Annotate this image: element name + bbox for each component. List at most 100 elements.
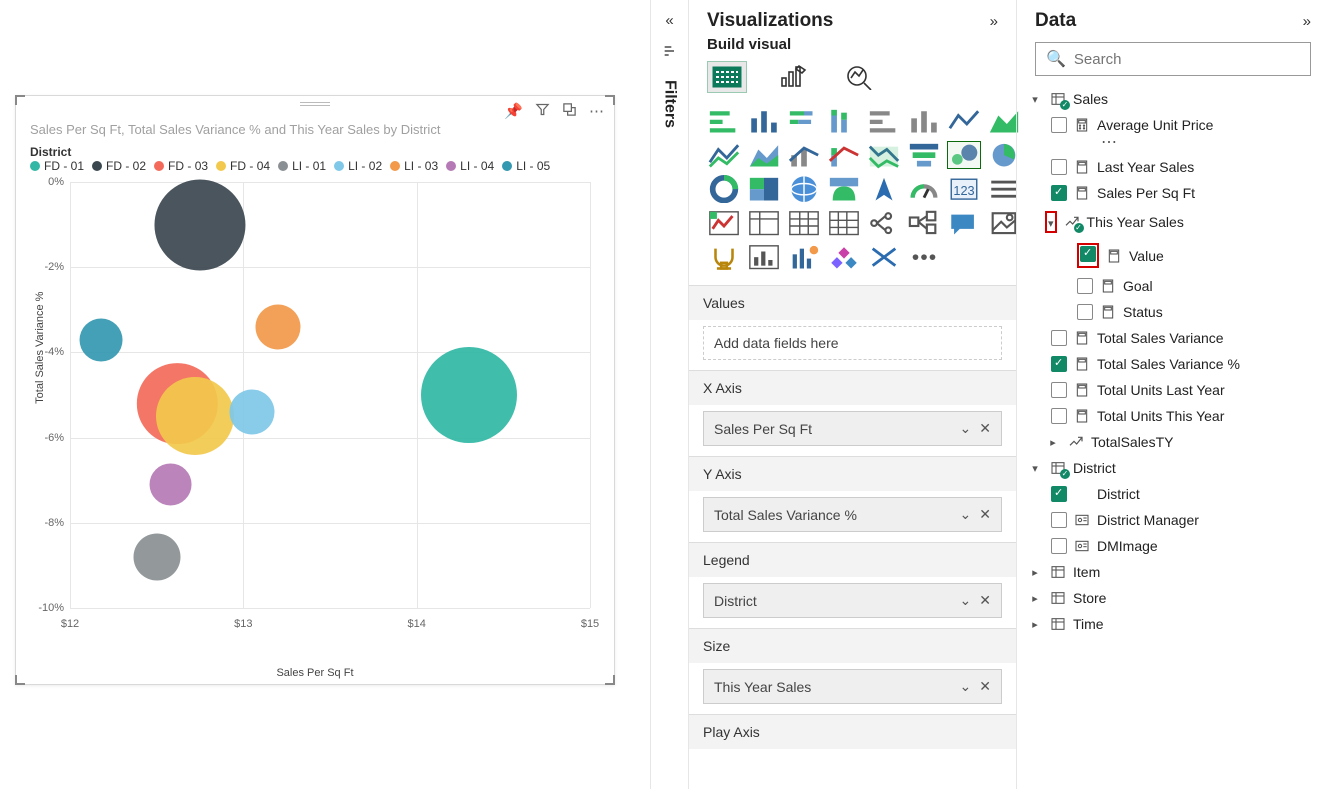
viz-type-option[interactable] [787,107,821,135]
data-point-bubble[interactable] [80,318,123,361]
viz-type-option[interactable] [867,107,901,135]
well-slot-x-axis[interactable]: Sales Per Sq Ft ⌄✕ [703,411,1002,446]
collapse-visualizations-icon[interactable]: » [990,13,998,30]
well-slot-legend[interactable]: District ⌄✕ [703,583,1002,618]
viz-type-option[interactable] [827,175,861,203]
viz-type-option[interactable] [827,141,861,169]
well-slot-y-axis[interactable]: Total Sales Variance % ⌄✕ [703,497,1002,532]
table-item[interactable]: ▸ Item [1023,559,1323,585]
field-total-units-this-year[interactable]: Total Units This Year [1023,403,1323,429]
checkbox[interactable] [1080,246,1096,262]
viz-type-option[interactable] [867,243,901,271]
field-status[interactable]: Status [1023,299,1323,325]
viz-type-option[interactable]: 123 [947,175,981,203]
viz-type-option[interactable] [707,107,741,135]
data-point-bubble[interactable] [421,347,517,443]
checkbox[interactable] [1051,185,1067,201]
remove-field-icon[interactable]: ✕ [979,678,991,695]
data-point-bubble[interactable] [255,304,300,349]
visual-card[interactable]: 📌 ⋯ Sales Per Sq Ft, Total Sales Varianc… [15,95,615,685]
legend-item[interactable]: FD - 01 [30,159,84,173]
viz-type-option[interactable] [747,243,781,271]
viz-type-option[interactable] [787,175,821,203]
field-total-sales-variance[interactable]: Total Sales Variance [1023,325,1323,351]
viz-type-option[interactable] [827,209,861,237]
legend-item[interactable]: FD - 04 [216,159,270,173]
viz-type-option[interactable] [907,107,941,135]
viz-type-option[interactable] [907,209,941,237]
viz-type-option[interactable] [947,141,981,169]
field-last-year-sales[interactable]: Last Year Sales [1023,154,1323,180]
checkbox[interactable] [1051,159,1067,175]
checkbox[interactable] [1051,486,1067,502]
viz-type-option[interactable] [907,141,941,169]
viz-type-option[interactable] [707,209,741,237]
checkbox[interactable] [1077,278,1093,294]
filters-label[interactable]: Filters [661,80,679,128]
checkbox[interactable] [1077,304,1093,320]
checkbox[interactable] [1051,117,1067,133]
well-slot-size[interactable]: This Year Sales ⌄✕ [703,669,1002,704]
field-total-sales-ty[interactable]: ▸ TotalSalesTY [1023,429,1323,455]
viz-type-option[interactable] [707,141,741,169]
chevron-down-icon[interactable]: ⌄ [960,592,972,609]
resize-handle-tl[interactable] [15,95,25,105]
field-sales-per-sq-ft[interactable]: Sales Per Sq Ft [1023,180,1323,206]
chevron-right-icon[interactable]: ▸ [1027,592,1043,605]
resize-handle-tr[interactable] [605,95,615,105]
viz-type-option[interactable] [867,175,901,203]
viz-type-option[interactable] [787,141,821,169]
card-drag-handle[interactable] [300,102,330,106]
search-input[interactable] [1074,51,1300,68]
search-fields-input[interactable]: 🔍 [1035,42,1311,76]
viz-type-option[interactable] [867,209,901,237]
field-more-icon[interactable]: ⋯ [1023,138,1323,154]
analytics-tab[interactable] [839,61,879,93]
viz-type-option[interactable] [827,243,861,271]
legend-item[interactable]: LI - 01 [278,159,326,173]
data-point-bubble[interactable] [154,179,245,270]
legend-item[interactable]: FD - 02 [92,159,146,173]
field-value[interactable]: Value [1023,238,1323,273]
remove-field-icon[interactable]: ✕ [979,420,991,437]
legend-item[interactable]: LI - 02 [334,159,382,173]
viz-type-option[interactable] [947,107,981,135]
scatter-plot[interactable]: 0%-2%-4%-6%-8%-10%$12$13$14$15 [70,182,600,632]
data-point-bubble[interactable] [156,377,234,455]
chevron-right-icon[interactable]: ▸ [1027,566,1043,579]
table-store[interactable]: ▸ Store [1023,585,1323,611]
chevron-down-icon[interactable]: ▾ [1027,462,1043,475]
table-sales[interactable]: ▾ ✓ Sales [1023,86,1323,112]
field-district[interactable]: District [1023,481,1323,507]
chevron-down-icon[interactable]: ▾ [1027,93,1043,106]
chevron-right-icon[interactable]: ▸ [1027,618,1043,631]
checkbox[interactable] [1051,408,1067,424]
field-this-year-sales[interactable]: ▾ ✓ This Year Sales [1023,206,1323,238]
legend-item[interactable]: LI - 03 [390,159,438,173]
checkbox[interactable] [1051,538,1067,554]
data-point-bubble[interactable] [229,390,274,435]
collapse-data-icon[interactable]: » [1303,13,1311,30]
viz-type-option[interactable] [907,175,941,203]
field-dm-image[interactable]: DMImage [1023,533,1323,559]
viz-type-option[interactable] [747,141,781,169]
chevron-right-icon[interactable]: ▸ [1045,436,1061,449]
viz-type-option[interactable] [787,243,821,271]
focus-mode-icon[interactable] [562,102,577,121]
chevron-down-icon[interactable]: ⌄ [960,506,972,523]
field-district-manager[interactable]: District Manager [1023,507,1323,533]
table-time[interactable]: ▸ Time [1023,611,1323,637]
viz-type-option[interactable] [947,209,981,237]
chevron-down-icon[interactable]: ▾ [1048,218,1054,230]
filter-icon[interactable] [535,102,550,121]
data-point-bubble[interactable] [149,463,192,506]
viz-type-option[interactable] [907,243,941,271]
remove-field-icon[interactable]: ✕ [979,592,991,609]
viz-type-option[interactable] [707,243,741,271]
legend-item[interactable]: LI - 04 [446,159,494,173]
legend-item[interactable]: FD - 03 [154,159,208,173]
field-average-unit-price[interactable]: Average Unit Price [1023,112,1323,138]
checkbox[interactable] [1051,382,1067,398]
checkbox[interactable] [1051,356,1067,372]
table-district[interactable]: ▾ ✓ District [1023,455,1323,481]
